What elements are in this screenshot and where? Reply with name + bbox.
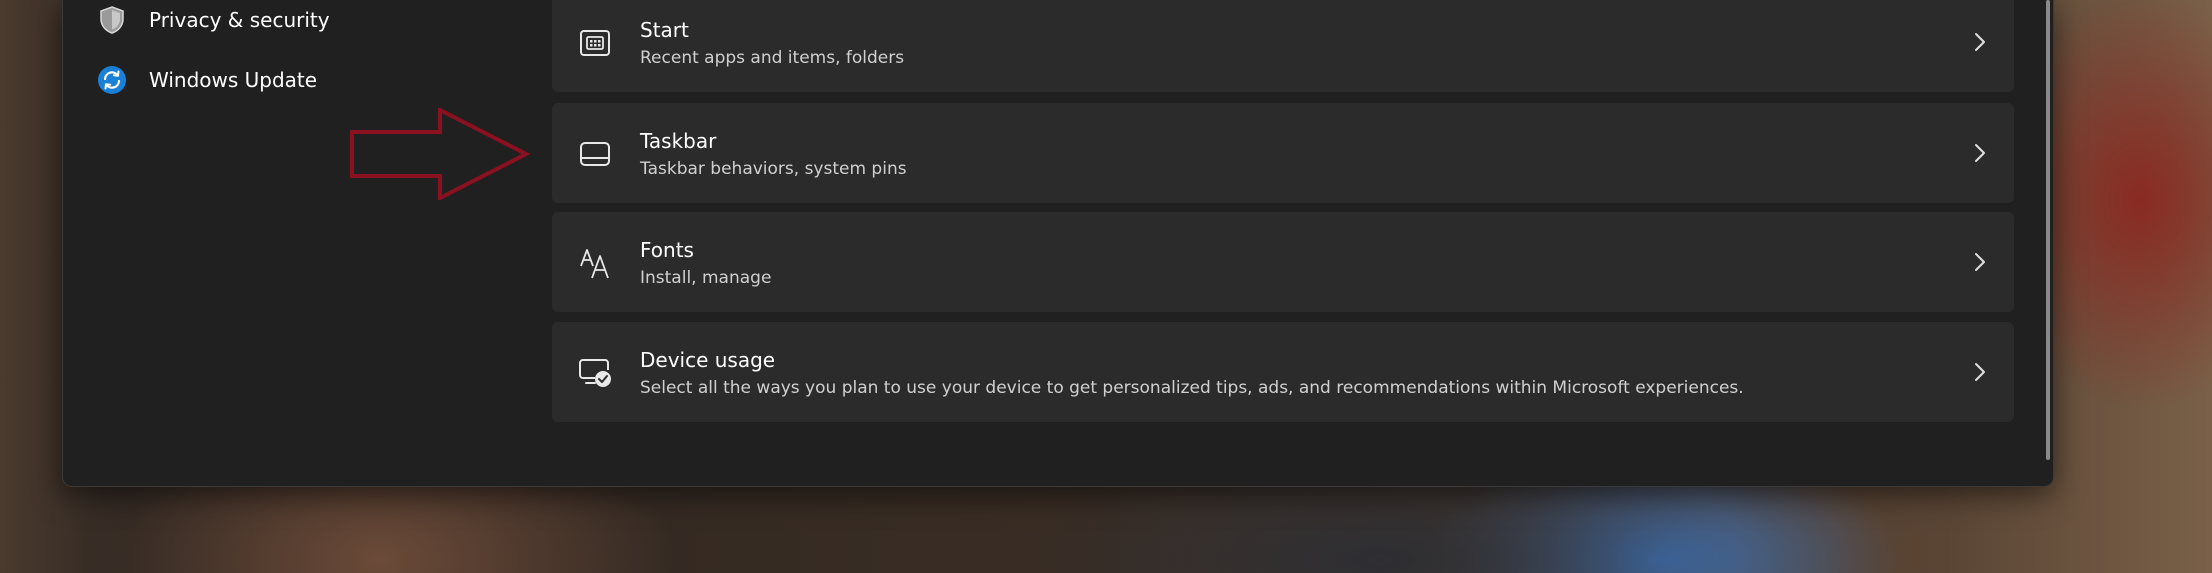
chevron-right-icon [1970, 250, 1990, 274]
card-title: Fonts [640, 238, 694, 262]
windows-update-icon [97, 65, 127, 95]
shield-icon [97, 5, 127, 35]
chevron-right-icon [1970, 141, 1990, 165]
taskbar-icon [578, 137, 612, 171]
sidebar-item-windows-update[interactable]: Windows Update [97, 60, 317, 100]
settings-card-device-usage[interactable]: Device usage Select all the ways you pla… [552, 322, 2014, 422]
annotation-arrow [350, 108, 530, 200]
chevron-right-icon [1970, 360, 1990, 384]
sidebar-item-label: Privacy & security [149, 8, 330, 32]
card-subtitle: Install, manage [640, 268, 772, 288]
card-title: Taskbar [640, 129, 717, 153]
settings-window: Privacy & security Windows Update Start … [62, 0, 2054, 487]
sidebar-item-privacy-security[interactable]: Privacy & security [97, 0, 330, 40]
settings-card-start[interactable]: Start Recent apps and items, folders [552, 0, 2014, 92]
card-title: Device usage [640, 348, 776, 372]
card-subtitle: Taskbar behaviors, system pins [640, 159, 907, 179]
card-subtitle: Select all the ways you plan to use your… [640, 378, 1744, 398]
sidebar-item-label: Windows Update [149, 68, 318, 92]
chevron-right-icon [1970, 30, 1990, 54]
device-usage-icon [578, 356, 612, 390]
card-title: Start [640, 18, 689, 42]
fonts-icon [578, 246, 612, 280]
settings-card-fonts[interactable]: Fonts Install, manage [552, 212, 2014, 312]
scrollbar[interactable] [2046, 0, 2050, 460]
start-menu-icon [578, 26, 612, 60]
settings-card-taskbar[interactable]: Taskbar Taskbar behaviors, system pins [552, 103, 2014, 203]
card-subtitle: Recent apps and items, folders [640, 48, 905, 68]
